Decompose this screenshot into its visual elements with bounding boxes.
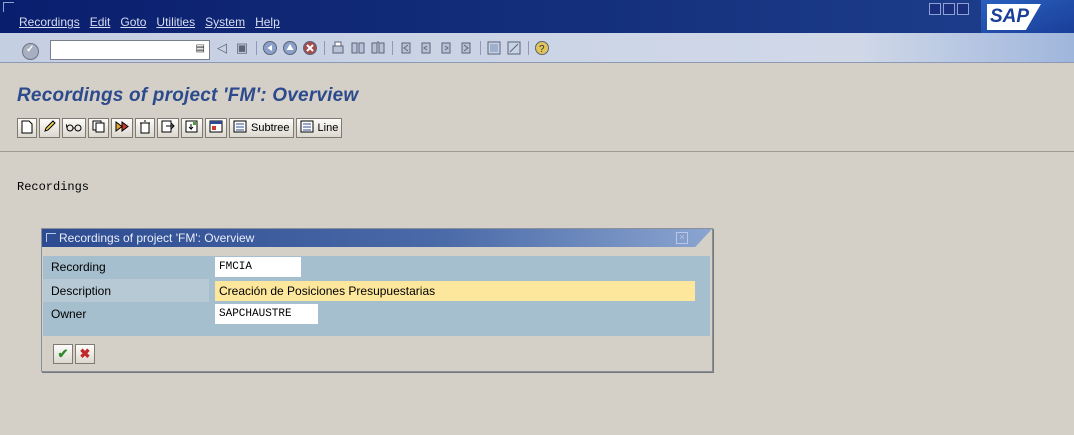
copy-button[interactable] — [88, 118, 109, 138]
print-icon[interactable] — [330, 40, 346, 56]
menu-edit[interactable]: Edit — [90, 15, 111, 29]
page-title: Recordings of project 'FM': Overview — [17, 85, 359, 106]
exit-icon[interactable] — [282, 40, 298, 56]
menu-utilities[interactable]: Utilities — [156, 15, 195, 29]
help-icon[interactable]: ? — [534, 40, 550, 56]
description-label: Description — [51, 284, 112, 298]
dialog-system-icon[interactable] — [46, 233, 56, 242]
continue-button[interactable]: ✔ — [53, 344, 73, 364]
create-session-icon[interactable] — [486, 40, 502, 56]
overview-dialog: Recordings of project 'FM': Overview × R… — [41, 228, 713, 372]
import-icon — [185, 120, 199, 136]
delete-button[interactable] — [135, 118, 155, 138]
trash-icon — [139, 120, 151, 137]
recording-field[interactable]: FMCIA — [215, 257, 301, 277]
dialog-title: Recordings of project 'FM': Overview — [59, 231, 255, 245]
next-page-icon[interactable] — [438, 40, 454, 56]
find-icon[interactable] — [350, 40, 366, 56]
application-toolbar-buttons: Subtree Line — [17, 118, 343, 138]
first-page-icon[interactable] — [398, 40, 414, 56]
previous-page-icon[interactable] — [418, 40, 434, 56]
toolbar-separator — [256, 41, 257, 55]
minimize-icon[interactable] — [929, 3, 941, 15]
dialog-footer: ✔ ✖ — [43, 339, 710, 369]
line-label: Line — [317, 122, 339, 134]
menu-goto[interactable]: Goto — [120, 15, 146, 29]
close-window-icon[interactable] — [957, 3, 969, 15]
line-icon — [300, 120, 314, 136]
window-controls — [929, 3, 969, 15]
menu-recordings[interactable]: Recordings — [19, 15, 80, 29]
last-page-icon[interactable] — [458, 40, 474, 56]
menu-bar: Recordings Edit Goto Utilities System He… — [0, 0, 1074, 33]
display-button[interactable] — [62, 118, 86, 138]
system-menu-icon[interactable] — [3, 2, 14, 12]
maximize-icon[interactable] — [943, 3, 955, 15]
create-button[interactable] — [17, 118, 37, 138]
subtree-button[interactable]: Subtree — [229, 118, 294, 138]
cancel-button[interactable]: ✖ — [75, 344, 95, 364]
change-button[interactable] — [39, 118, 60, 138]
sap-logo: SAP — [981, 0, 1074, 33]
expand-button[interactable] — [205, 118, 227, 138]
recordings-label: Recordings — [17, 180, 90, 194]
enter-icon[interactable] — [22, 43, 39, 60]
save-icon[interactable]: ▣ — [234, 40, 250, 56]
svg-text:?: ? — [539, 44, 545, 55]
dialog-close-icon[interactable]: × — [676, 232, 688, 244]
export-button[interactable] — [157, 118, 179, 138]
standard-toolbar-icons: ◁ ▣ ? — [214, 40, 554, 56]
dialog-titlebar[interactable]: Recordings of project 'FM': Overview × — [42, 229, 712, 247]
glasses-icon — [65, 121, 82, 136]
owner-label: Owner — [51, 307, 87, 321]
command-history-icon[interactable]: ▤ — [196, 43, 205, 54]
subtree-icon — [233, 120, 247, 136]
cancel-icon[interactable] — [302, 40, 318, 56]
toolbar-separator — [528, 41, 529, 55]
back-arrow-icon[interactable]: ◁ — [214, 40, 230, 56]
dialog-body: Recording FMCIA Description Creación de … — [43, 256, 710, 336]
menu-items: Recordings Edit Goto Utilities System He… — [19, 15, 290, 29]
process-button[interactable] — [111, 118, 133, 138]
expand-icon — [209, 120, 223, 136]
description-field[interactable]: Creación de Posiciones Presupuestarias — [215, 281, 695, 301]
back-icon[interactable] — [262, 40, 278, 56]
owner-field[interactable]: SAPCHAUSTRE — [215, 304, 318, 324]
create-icon — [21, 120, 33, 137]
pencil-icon — [43, 120, 56, 136]
menu-system[interactable]: System — [205, 15, 245, 29]
recording-label: Recording — [51, 260, 106, 274]
find-next-icon[interactable] — [370, 40, 386, 56]
process-icon — [115, 120, 129, 136]
sap-logo-text: SAP — [990, 6, 1030, 27]
copy-icon — [92, 120, 105, 136]
export-icon — [161, 120, 175, 136]
toolbar-separator — [392, 41, 393, 55]
shortcut-icon[interactable] — [506, 40, 522, 56]
command-field[interactable]: ▤ — [50, 40, 210, 60]
cancel-x-icon: ✖ — [79, 346, 91, 361]
toolbar-separator — [324, 41, 325, 55]
checkmark-icon: ✔ — [57, 346, 69, 361]
toolbar-separator — [480, 41, 481, 55]
import-button[interactable] — [181, 118, 203, 138]
subtree-label: Subtree — [251, 122, 290, 134]
menu-help[interactable]: Help — [255, 15, 280, 29]
line-button[interactable]: Line — [295, 118, 343, 138]
